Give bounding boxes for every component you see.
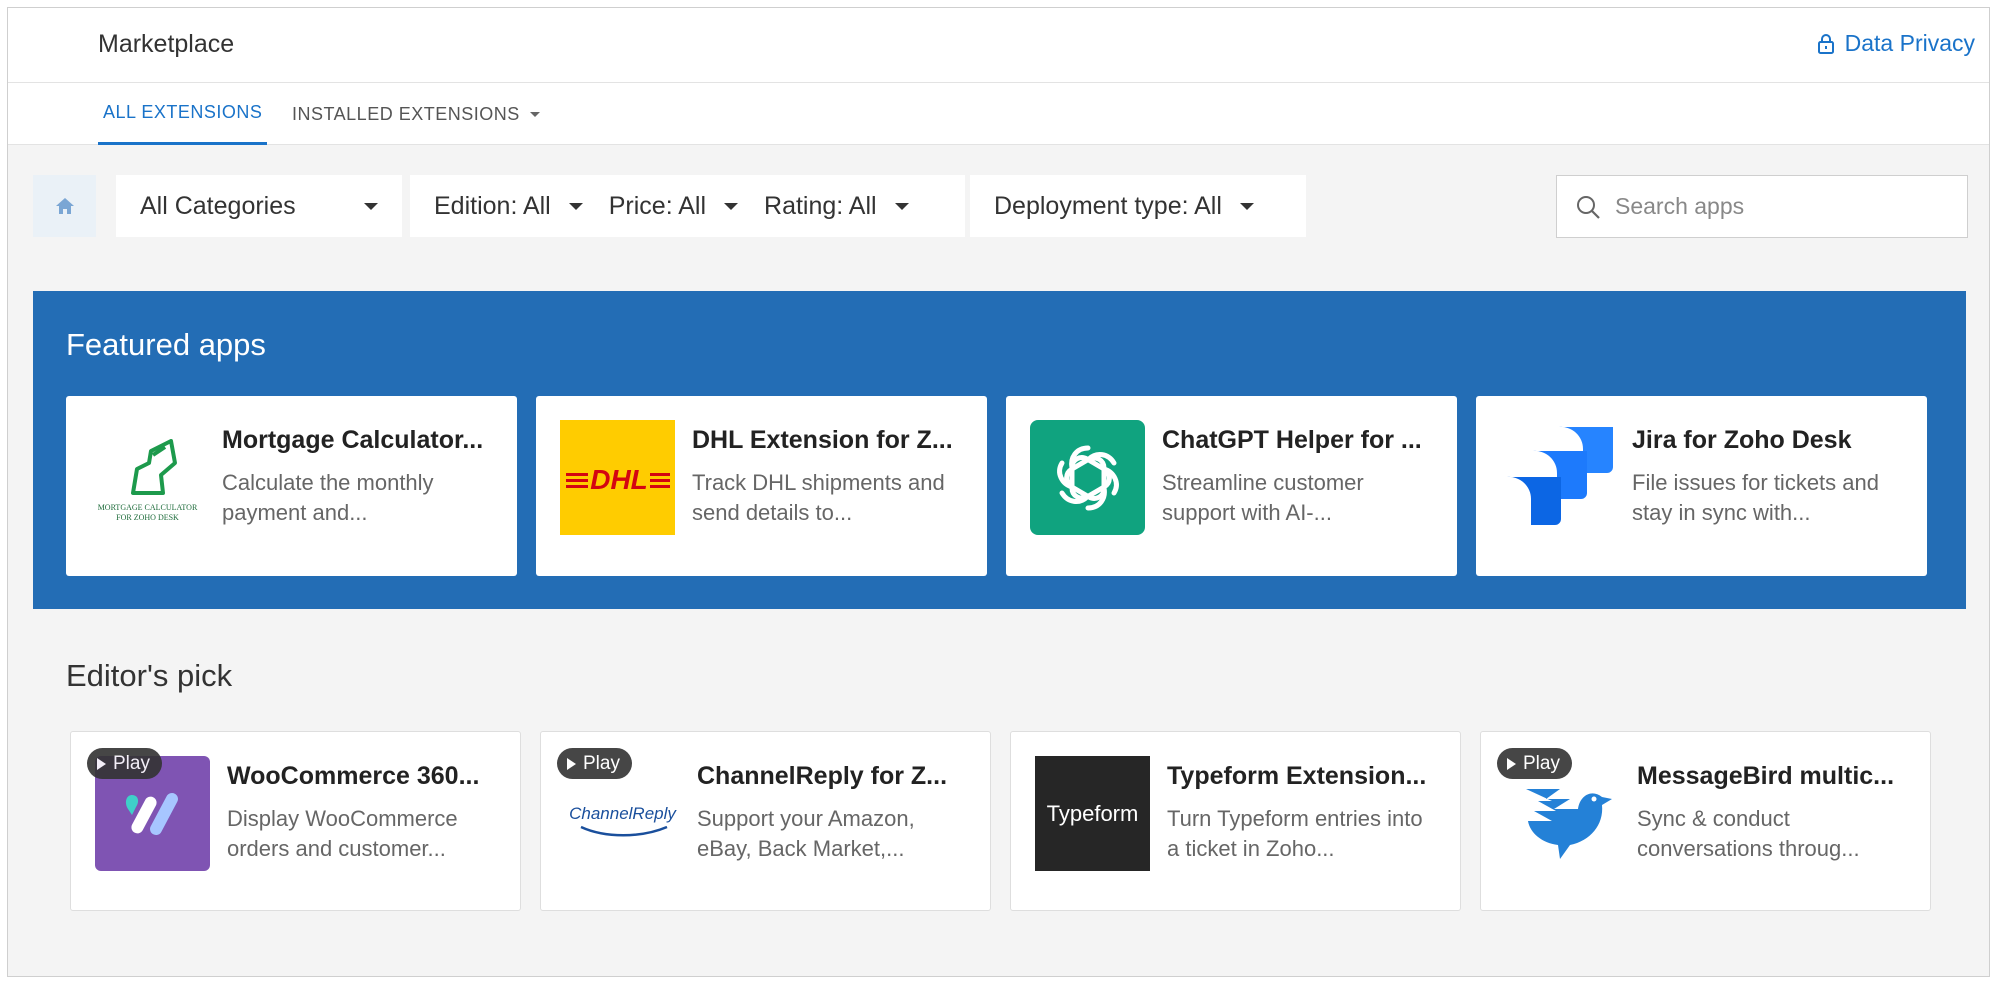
app-description: Support your Amazon, eBay, Back Market,.… bbox=[697, 806, 915, 861]
app-card-woocommerce[interactable]: Play WooCommerce 360... Display WooComme… bbox=[70, 731, 521, 911]
play-video-button[interactable]: Play bbox=[557, 748, 632, 779]
app-card-dhl[interactable]: DHL DHL Extension for Z... Track DHL shi… bbox=[536, 396, 987, 576]
app-description: Sync & conduct conversations throug... bbox=[1637, 806, 1860, 861]
search-box bbox=[1556, 175, 1968, 238]
play-label: Play bbox=[583, 752, 620, 774]
woocommerce-mark-icon bbox=[125, 792, 178, 835]
dhl-logo-text: DHL bbox=[590, 464, 648, 495]
chevron-down-icon bbox=[568, 202, 583, 210]
play-video-button[interactable]: Play bbox=[87, 748, 162, 779]
deployment-type-label: Deployment type: All bbox=[994, 191, 1222, 220]
category-label: All Categories bbox=[140, 191, 296, 220]
play-icon bbox=[97, 757, 106, 770]
home-icon bbox=[55, 198, 74, 214]
chevron-down-icon bbox=[529, 111, 540, 117]
page-title: Marketplace bbox=[98, 30, 235, 58]
chevron-down-icon bbox=[724, 202, 739, 210]
typeform-logo: Typeform bbox=[1035, 756, 1150, 871]
home-button[interactable] bbox=[33, 175, 96, 237]
chatgpt-logo bbox=[1030, 420, 1145, 535]
chevron-down-icon bbox=[1239, 202, 1254, 210]
marketplace-window: Marketplace Data Privacy ALL EXTENSIONS … bbox=[7, 7, 1990, 977]
app-name: Typeform Extension... bbox=[1167, 762, 1427, 790]
app-description: File issues for tickets and stay in sync… bbox=[1632, 470, 1879, 525]
mortgage-calculator-logo: MORTGAGE CALCULATOR FOR ZOHO DESK bbox=[90, 420, 205, 535]
app-card-mortgage-calculator[interactable]: MORTGAGE CALCULATOR FOR ZOHO DESK Mortga… bbox=[66, 396, 517, 576]
dhl-logo: DHL bbox=[560, 420, 675, 535]
app-name: MessageBird multic... bbox=[1637, 762, 1895, 790]
chevron-down-icon bbox=[364, 202, 378, 210]
typeform-logo-text: Typeform bbox=[1046, 800, 1139, 826]
deployment-type-dropdown[interactable]: Deployment type: All bbox=[970, 175, 1306, 237]
price-label: Price: All bbox=[608, 191, 707, 220]
featured-apps-title: Featured apps bbox=[66, 327, 266, 362]
app-name: Jira for Zoho Desk bbox=[1632, 426, 1852, 454]
tab-installed-extensions-label: INSTALLED EXTENSIONS bbox=[292, 103, 520, 124]
tab-bar: ALL EXTENSIONS INSTALLED EXTENSIONS bbox=[8, 83, 1989, 145]
rating-dropdown[interactable]: Rating: All bbox=[764, 192, 909, 221]
category-dropdown[interactable]: All Categories bbox=[116, 175, 402, 237]
tab-all-extensions-label: ALL EXTENSIONS bbox=[103, 102, 263, 122]
edition-dropdown[interactable]: Edition: All bbox=[434, 192, 583, 221]
app-name: ChannelReply for Z... bbox=[697, 762, 948, 790]
app-name: WooCommerce 360... bbox=[227, 762, 480, 790]
channelreply-swoosh-icon bbox=[579, 825, 667, 836]
jira-stacked-icon bbox=[1506, 426, 1613, 525]
openai-knot-icon bbox=[1056, 445, 1119, 510]
play-label: Play bbox=[1523, 752, 1560, 774]
tab-installed-extensions[interactable]: INSTALLED EXTENSIONS bbox=[292, 83, 540, 145]
data-privacy-link[interactable]: Data Privacy bbox=[1817, 30, 1975, 57]
featured-apps-section: Featured apps MORTGAGE CALCULATOR FOR ZO… bbox=[33, 291, 1966, 609]
play-icon bbox=[567, 757, 576, 770]
mortgage-house-icon bbox=[130, 438, 177, 495]
jira-logo bbox=[1500, 420, 1615, 535]
app-description: Track DHL shipments and send details to.… bbox=[692, 470, 945, 525]
app-description: Turn Typeform entries into a ticket in Z… bbox=[1167, 806, 1423, 861]
tab-all-extensions[interactable]: ALL EXTENSIONS bbox=[98, 83, 268, 145]
app-card-channelreply[interactable]: Play ChannelReply ChannelReply for Z... … bbox=[540, 731, 991, 911]
search-icon bbox=[1577, 195, 1600, 219]
search-input[interactable] bbox=[1615, 193, 1945, 220]
price-dropdown[interactable]: Price: All bbox=[608, 191, 739, 221]
edition-label: Edition: All bbox=[434, 191, 551, 220]
app-card-chatgpt-helper[interactable]: ChatGPT Helper for ... Streamline custom… bbox=[1006, 396, 1457, 576]
app-description: Calculate the monthly payment and... bbox=[222, 470, 434, 525]
play-label: Play bbox=[113, 752, 150, 774]
channelreply-logo-text: ChannelReply bbox=[569, 803, 676, 823]
rating-label: Rating: All bbox=[764, 191, 877, 220]
play-video-button[interactable]: Play bbox=[1497, 748, 1572, 779]
filter-group: Edition: All Price: All Rating: All bbox=[410, 175, 965, 237]
app-card-messagebird[interactable]: Play MessageBird multic... Sync & conduc… bbox=[1480, 731, 1931, 911]
app-name: Mortgage Calculator... bbox=[222, 426, 484, 454]
app-card-jira[interactable]: Jira for Zoho Desk File issues for ticke… bbox=[1476, 396, 1927, 576]
app-card-typeform[interactable]: Typeform Typeform Extension... Turn Type… bbox=[1010, 731, 1461, 911]
dhl-wordmark: DHL bbox=[565, 464, 670, 495]
top-bar: Marketplace Data Privacy bbox=[8, 8, 1989, 83]
app-description: Display WooCommerce orders and customer.… bbox=[227, 806, 458, 861]
mortgage-logo-text: MORTGAGE CALCULATOR FOR ZOHO DESK bbox=[97, 502, 198, 522]
app-name: ChatGPT Helper for ... bbox=[1162, 426, 1422, 454]
data-privacy-label: Data Privacy bbox=[1844, 30, 1975, 56]
play-icon bbox=[1507, 757, 1516, 770]
app-name: DHL Extension for Z... bbox=[692, 426, 953, 454]
app-description: Streamline customer support with AI-... bbox=[1162, 470, 1364, 525]
lock-icon bbox=[1817, 33, 1834, 54]
chevron-down-icon bbox=[894, 202, 909, 210]
editors-pick-title: Editor's pick bbox=[66, 658, 233, 693]
